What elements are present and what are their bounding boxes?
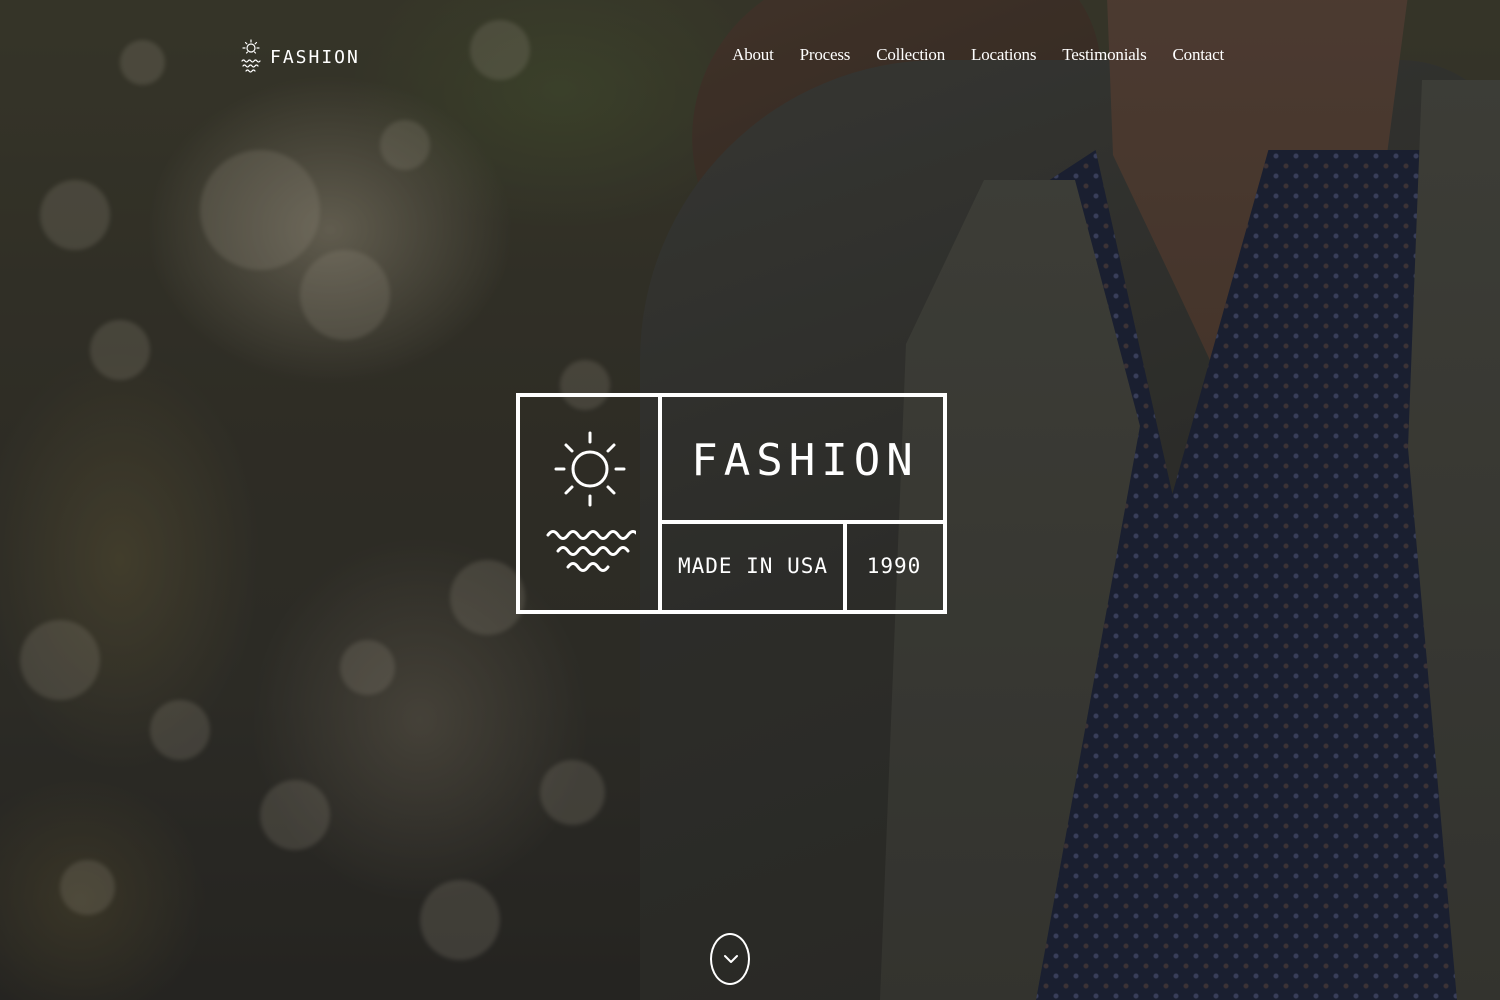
logo[interactable]: FASHION xyxy=(240,38,360,76)
sun-over-waves-icon xyxy=(546,431,636,572)
site-header: FASHION About Process Collection Locatio… xyxy=(0,0,1500,110)
main-nav: About Process Collection Locations Testi… xyxy=(732,45,1224,65)
logo-text: FASHION xyxy=(270,46,360,68)
sun-over-waves-icon xyxy=(241,39,261,73)
nav-link-contact[interactable]: Contact xyxy=(1173,45,1225,65)
nav-link-testimonials[interactable]: Testimonials xyxy=(1062,45,1146,65)
badge-made-in: MADE IN USA xyxy=(677,554,829,578)
nav-link-about[interactable]: About xyxy=(732,45,774,65)
badge-title: FASHION xyxy=(691,435,919,486)
nav-link-process[interactable]: Process xyxy=(800,45,851,65)
nav-link-locations[interactable]: Locations xyxy=(971,45,1036,65)
chevron-down-icon xyxy=(724,955,738,963)
scroll-down-button[interactable] xyxy=(710,933,750,985)
nav-link-collection[interactable]: Collection xyxy=(876,45,945,65)
brand-badge: FASHION MADE IN USA 1990 xyxy=(516,393,947,614)
badge-year: 1990 xyxy=(866,554,922,578)
